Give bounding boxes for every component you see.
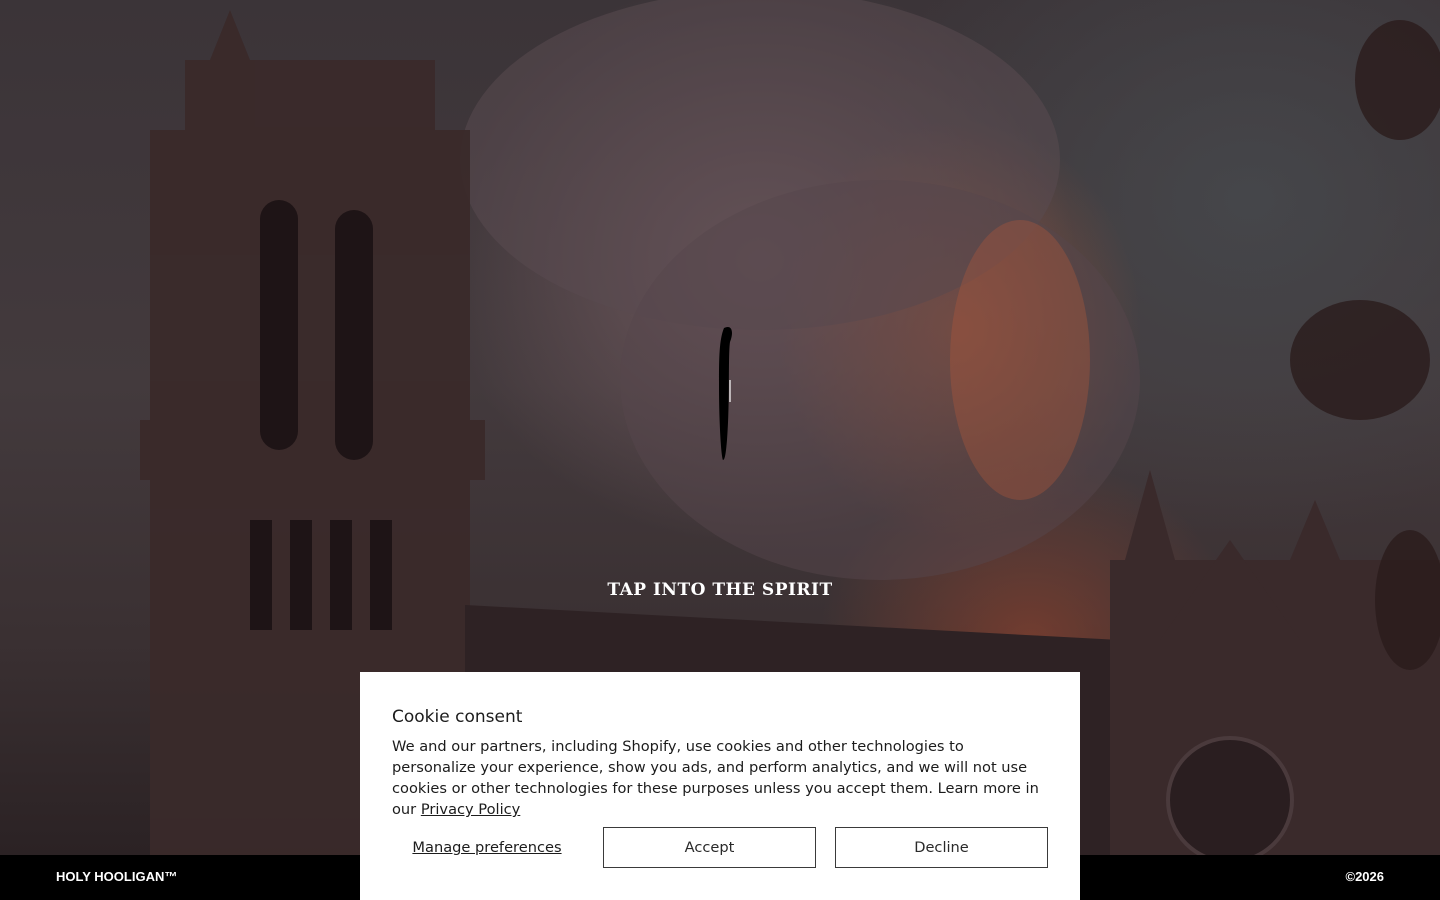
footer-copyright: ©2026 [1345, 869, 1385, 884]
manage-preferences-button[interactable]: Manage preferences [392, 827, 582, 868]
privacy-policy-link[interactable]: Privacy Policy [421, 801, 520, 818]
consent-body: We and our partners, including Shopify, … [392, 736, 1042, 820]
consent-title: Cookie consent [392, 707, 523, 727]
decline-button[interactable]: Decline [835, 827, 1048, 868]
hero-tagline: TAP INTO THE SPIRIT [607, 580, 833, 600]
cookie-consent-dialog: Cookie consent We and our partners, incl… [360, 672, 1080, 900]
accept-button[interactable]: Accept [603, 827, 816, 868]
consent-actions: Manage preferences Accept Decline [392, 827, 1048, 868]
footer-brand[interactable]: HOLY HOOLIGAN™ [56, 869, 177, 884]
